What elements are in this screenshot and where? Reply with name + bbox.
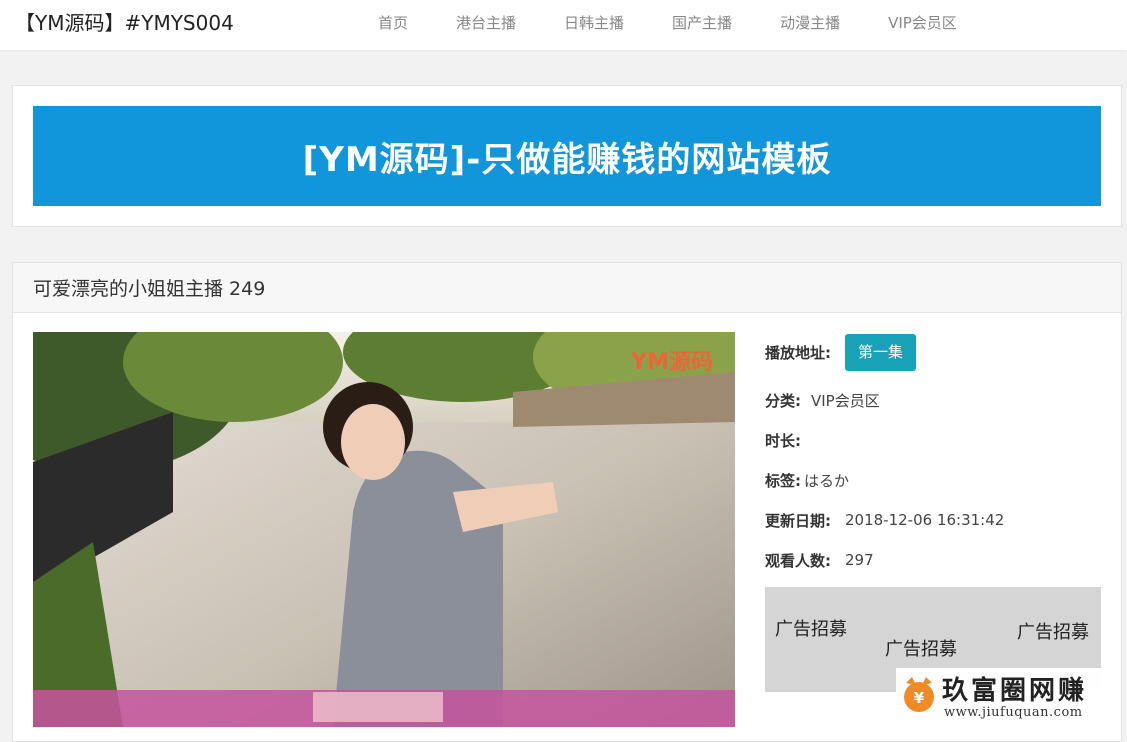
views-label: 观看人数: bbox=[765, 551, 831, 570]
duration-row: 时长: bbox=[765, 420, 1101, 460]
nav-hk-tw-streamers[interactable]: 港台主播 bbox=[456, 13, 516, 33]
duration-label: 时长: bbox=[765, 431, 801, 450]
ad-label[interactable]: 广告招募 bbox=[1017, 618, 1089, 644]
views-row: 观看人数: 297 bbox=[765, 540, 1101, 580]
updated-row: 更新日期: 2018-12-06 16:31:42 bbox=[765, 500, 1101, 540]
category-value[interactable]: VIP会员区 bbox=[811, 390, 880, 411]
tags-row: 标签: はるか bbox=[765, 460, 1101, 500]
video-title: 可爱漂亮的小姐姐主播 249 bbox=[13, 263, 1121, 313]
site-logo-title[interactable]: 【YM源码】#YMYS004 bbox=[15, 10, 234, 36]
nav-jp-kr-streamers[interactable]: 日韩主播 bbox=[564, 13, 624, 33]
fox-logo-icon: ¥ bbox=[904, 677, 934, 712]
video-poster[interactable]: YM源码 bbox=[33, 332, 735, 727]
nav-domestic-streamers[interactable]: 国产主播 bbox=[672, 13, 732, 33]
nav-home[interactable]: 首页 bbox=[378, 13, 408, 33]
main-nav: 首页 港台主播 日韩主播 国产主播 动漫主播 VIP会员区 bbox=[378, 13, 1005, 33]
views-value: 297 bbox=[845, 551, 874, 569]
svg-text:¥: ¥ bbox=[914, 689, 925, 707]
updated-value: 2018-12-06 16:31:42 bbox=[845, 511, 1005, 529]
category-label: 分类: bbox=[765, 391, 801, 410]
poster-image bbox=[33, 332, 735, 727]
updated-label: 更新日期: bbox=[765, 511, 831, 530]
banner-card: [YM源码]-只做能赚钱的网站模板 bbox=[12, 85, 1122, 227]
episode-1-button[interactable]: 第一集 bbox=[845, 333, 917, 371]
ad-label[interactable]: 广告招募 bbox=[775, 615, 847, 641]
play-address-label: 播放地址: bbox=[765, 343, 831, 362]
corner-watermark: ¥ 玖富圈网赚 www.jiufuquan.com bbox=[896, 668, 1117, 724]
watermark-title: 玖富圈网赚 bbox=[942, 676, 1088, 706]
top-navbar: 【YM源码】#YMYS004 首页 港台主播 日韩主播 国产主播 动漫主播 VI… bbox=[0, 0, 1127, 50]
nav-vip-zone[interactable]: VIP会员区 bbox=[888, 13, 957, 33]
ad-label[interactable]: 广告招募 bbox=[885, 635, 957, 661]
tag-value[interactable]: はるか bbox=[804, 470, 849, 491]
category-row: 分类: VIP会员区 bbox=[765, 380, 1101, 420]
nav-anime-streamers[interactable]: 动漫主播 bbox=[780, 13, 840, 33]
promo-banner[interactable]: [YM源码]-只做能赚钱的网站模板 bbox=[33, 106, 1101, 206]
poster-watermark: YM源码 bbox=[631, 350, 713, 375]
play-address-row: 播放地址: 第一集 bbox=[765, 333, 1101, 371]
tags-label: 标签: bbox=[765, 471, 801, 490]
video-info-panel: 播放地址: 第一集 分类: VIP会员区 时长: 标签: はるか 更新日期: 2… bbox=[765, 333, 1101, 692]
watermark-url: www.jiufuquan.com bbox=[944, 705, 1083, 720]
